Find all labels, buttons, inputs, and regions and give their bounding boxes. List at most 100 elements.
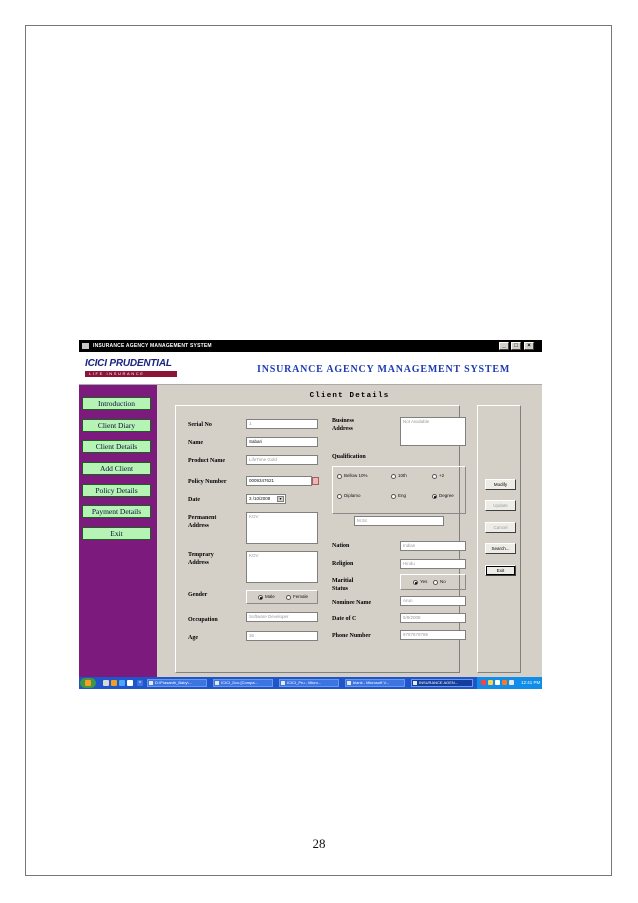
- policy-number-field[interactable]: 0009347621: [246, 476, 312, 486]
- gender-female-label: Female: [293, 594, 309, 599]
- policy-lookup-button[interactable]: [312, 477, 319, 485]
- marital-status-label-1: Maritial: [332, 578, 354, 584]
- nav-client-details-button[interactable]: Client Details: [82, 440, 151, 453]
- cancel-button[interactable]: Cancel: [485, 522, 516, 533]
- occupation-label: Occupation: [188, 617, 218, 623]
- business-address-field[interactable]: Not Available: [400, 417, 466, 446]
- taskbar-clock: 12:41 PM: [521, 680, 541, 685]
- nominee-name-label: Nominee Name: [332, 600, 372, 606]
- gender-male-radio[interactable]: [258, 595, 263, 600]
- marital-status-label-2: Status: [332, 586, 349, 592]
- volume-icon[interactable]: [509, 680, 514, 685]
- app-header: ICICI PRUDENTIAL LIFE INSURANCE INSURANC…: [79, 352, 542, 385]
- firefox-icon[interactable]: [111, 680, 117, 686]
- sidebar: Introduction Client Diary Client Details…: [79, 385, 157, 677]
- logo-main-text: ICICI PRUDENTIAL: [85, 358, 172, 369]
- taskbar-item[interactable]: ICICI_Pru - Micro...: [279, 679, 339, 687]
- gender-male-label: Male: [265, 594, 275, 599]
- qual-degree-label: Degree: [439, 493, 454, 498]
- nominee-name-field[interactable]: Arun: [400, 596, 466, 606]
- qual-eng-radio[interactable]: [391, 494, 396, 499]
- nav-exit-button[interactable]: Exit: [82, 527, 151, 540]
- client-details-form: Client Details Serial No 1 Name Sabari P…: [157, 385, 542, 677]
- date-label: Date: [188, 497, 200, 503]
- tray-icon[interactable]: [488, 680, 493, 685]
- nav-introduction-button[interactable]: Introduction: [82, 397, 151, 410]
- qual-10th-label: 10th: [398, 473, 407, 478]
- product-name-label: Product Name: [188, 458, 226, 464]
- date-picker[interactable]: 3 /10/2008 ▾: [246, 494, 286, 504]
- permanent-address-field[interactable]: KOV: [246, 512, 318, 544]
- update-button[interactable]: Update: [485, 500, 516, 511]
- qual-below-10-label: Bellow 10%: [344, 473, 368, 478]
- logo-sub-text: LIFE INSURANCE: [85, 371, 177, 377]
- date-of-c-field[interactable]: 5/9/2008: [400, 613, 466, 623]
- nav-policy-details-button[interactable]: Policy Details: [82, 484, 151, 497]
- serial-no-field[interactable]: 1: [246, 419, 318, 429]
- minimize-icon[interactable]: _: [499, 342, 509, 350]
- maximize-icon[interactable]: □: [511, 342, 521, 350]
- tray-icon[interactable]: [495, 680, 500, 685]
- tray-icon[interactable]: [502, 680, 507, 685]
- taskbar-item[interactable]: ICICI_Doc [Compa...: [213, 679, 273, 687]
- temporary-address-field[interactable]: KOV: [246, 551, 318, 583]
- taskbar-item-active[interactable]: INSURANCE AGEN...: [411, 679, 473, 687]
- nav-add-client-button[interactable]: Add Client: [82, 462, 151, 475]
- date-of-c-label: Date of C: [332, 616, 357, 622]
- nation-field[interactable]: Indian: [400, 541, 466, 551]
- qual-below-10-radio[interactable]: [337, 474, 342, 479]
- qual-plus2-radio[interactable]: [432, 474, 437, 479]
- chevron-down-icon[interactable]: ▾: [277, 496, 284, 502]
- qual-10th-radio[interactable]: [391, 474, 396, 479]
- media-icon[interactable]: [127, 680, 133, 686]
- page-number: 28: [312, 836, 326, 851]
- taskbar-item[interactable]: D:\Prasanth_Baby\...: [147, 679, 207, 687]
- qual-eng-label: Eng: [398, 493, 407, 498]
- nav-payment-details-button[interactable]: Payment Details: [82, 505, 151, 518]
- permanent-address-label-2: Address: [188, 523, 209, 529]
- actions-panel: Modify Update Cancel Search... Exit: [477, 405, 521, 673]
- business-address-label-2: Address: [332, 426, 353, 432]
- form-panel: Serial No 1 Name Sabari Product Name Lif…: [175, 405, 466, 673]
- start-button[interactable]: [80, 678, 96, 688]
- app-window-icon: [82, 343, 89, 349]
- qualification-label: Qualification: [332, 454, 366, 460]
- ie-icon[interactable]: [119, 680, 125, 686]
- nation-label: Nation: [332, 543, 350, 549]
- tray-icon[interactable]: [481, 680, 486, 685]
- close-icon[interactable]: ×: [524, 342, 534, 350]
- modify-button[interactable]: Modify: [485, 479, 516, 490]
- company-logo: ICICI PRUDENTIAL LIFE INSURANCE: [83, 358, 183, 380]
- product-name-field[interactable]: LifeTime Gold: [246, 455, 318, 465]
- temporary-address-label-1: Temprary: [188, 552, 214, 558]
- qualification-detail-field[interactable]: M.Sc: [354, 516, 444, 526]
- windows-logo-icon: [85, 680, 91, 686]
- form-title: Client Details: [309, 392, 390, 400]
- name-field[interactable]: Sabari: [246, 437, 318, 447]
- qual-degree-radio[interactable]: [432, 494, 437, 499]
- marital-no-radio[interactable]: [433, 580, 438, 585]
- window-title: INSURANCE AGENCY MANAGEMENT SYSTEM: [93, 343, 212, 349]
- marital-yes-label: Yes: [420, 579, 428, 584]
- marital-yes-radio[interactable]: [413, 580, 418, 585]
- qual-diploma-radio[interactable]: [337, 494, 342, 499]
- qualification-group: Bellow 10% 10th +2 Diplamo Eng Degree: [332, 466, 466, 514]
- gender-female-radio[interactable]: [286, 595, 291, 600]
- religion-field[interactable]: Hindu: [400, 559, 466, 569]
- date-value: 3 /10/2008: [249, 496, 271, 501]
- app-heading: INSURANCE AGENCY MANAGEMENT SYSTEM: [257, 364, 511, 375]
- search-button[interactable]: Search...: [485, 543, 516, 554]
- occupation-field[interactable]: Software Developer: [246, 612, 318, 622]
- marital-status-group: Yes No: [400, 574, 466, 590]
- age-label: Age: [188, 635, 198, 641]
- exit-button[interactable]: Exit: [485, 565, 516, 576]
- serial-no-label: Serial No: [188, 422, 212, 428]
- gender-label: Gender: [188, 592, 208, 598]
- religion-label: Religion: [332, 561, 354, 567]
- chevron-right-icon[interactable]: »: [137, 680, 143, 686]
- show-desktop-icon[interactable]: [103, 680, 109, 686]
- phone-number-field[interactable]: 9787878786: [400, 630, 466, 640]
- taskbar-item[interactable]: blank - Microsoft V...: [345, 679, 405, 687]
- nav-client-diary-button[interactable]: Client Diary: [82, 419, 151, 432]
- age-field[interactable]: 36: [246, 631, 318, 641]
